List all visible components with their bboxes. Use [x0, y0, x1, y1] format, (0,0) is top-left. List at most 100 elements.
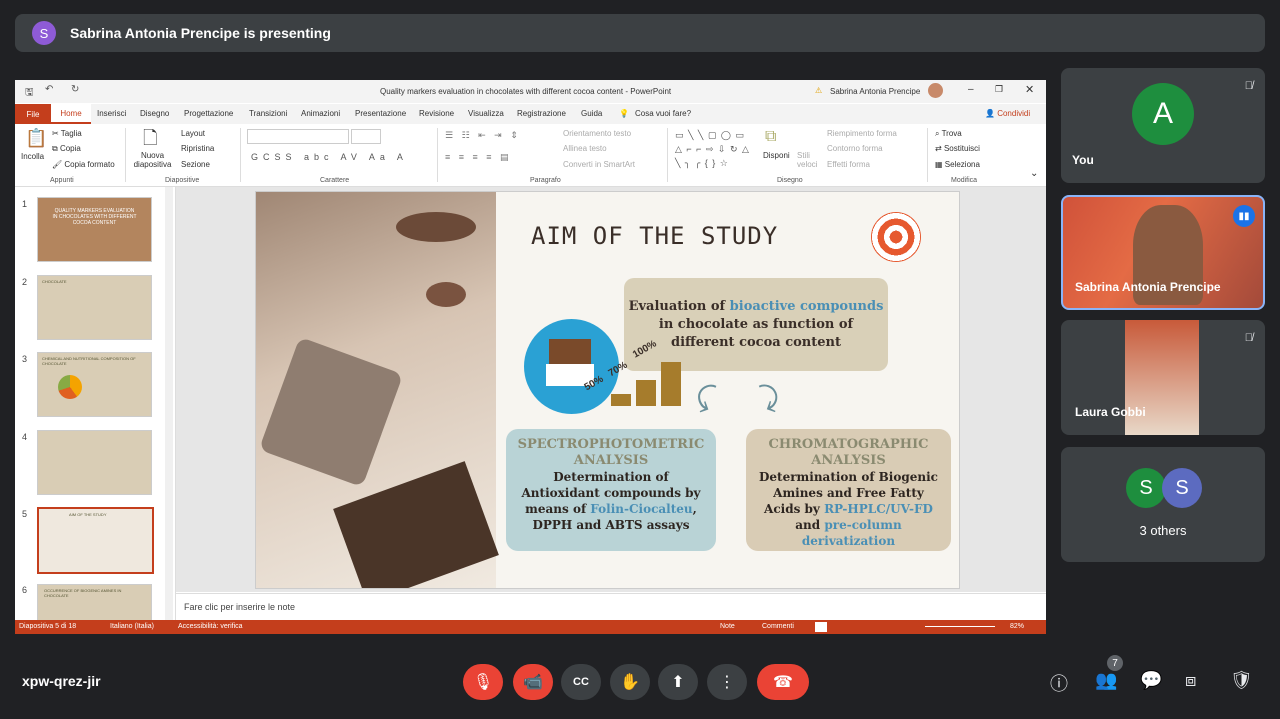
shape-outline-button[interactable]: Contorno forma [827, 144, 883, 153]
list-buttons[interactable]: ☰ ☷ ⇤ ⇥ ⇕ [445, 130, 521, 141]
thumbnail-slide-2[interactable]: CHOCOLATE [37, 275, 152, 340]
info-icon[interactable]: ⓘ [1050, 670, 1068, 696]
lightbulb-icon: 💡 [619, 109, 629, 118]
camera-toggle-button[interactable]: 📹 [513, 664, 553, 700]
mic-toggle-button[interactable]: 🎙 [463, 664, 503, 700]
captions-icon: CC [573, 676, 589, 688]
select-button[interactable]: ▦ Seleziona [935, 160, 980, 169]
tab-view[interactable]: Visualizza [468, 109, 504, 118]
arrange-button[interactable]: Disponi [763, 151, 790, 160]
replace-button[interactable]: ⇄ Sostituisci [935, 144, 980, 153]
people-icon[interactable]: 👥 [1095, 670, 1117, 691]
tab-recording[interactable]: Registrazione [517, 109, 566, 118]
tell-me-search[interactable]: Cosa vuoi fare? [635, 109, 691, 118]
thumbs-scrollbar[interactable] [165, 187, 173, 620]
find-button[interactable]: ⌕ Trova [935, 129, 962, 139]
tile-others[interactable]: S S 3 others [1061, 447, 1265, 562]
main-text-b: bioactive compounds [729, 299, 884, 314]
meeting-controls: xpw-qrez-jir 🎙 📹 CC ✋ ⬆ ⋮ ☎ ⓘ 👥 7 💬 ⧈ 🛡 [0, 650, 1280, 719]
align-buttons[interactable]: ≡ ≡ ≡ ≡ ▤ [445, 152, 512, 163]
present-button[interactable]: ⬆ [658, 664, 698, 700]
maximize-icon[interactable]: ❐ [995, 84, 1003, 95]
chocolate-icon-circle [524, 319, 619, 414]
zoom-slider[interactable] [925, 626, 995, 627]
new-slide-button[interactable]: Nuova diapositiva [130, 151, 175, 169]
shape-effects-button[interactable]: Effetti forma [827, 160, 870, 169]
notes-toggle[interactable]: Note [720, 623, 735, 630]
font-format-buttons[interactable]: GCSS abc AV Aa A [251, 152, 408, 162]
minimize-icon[interactable]: – [968, 84, 974, 95]
present-icon: ⬆ [671, 674, 685, 691]
hand-icon: ✋ [620, 674, 640, 691]
section-button[interactable]: Sezione [181, 160, 210, 169]
notes-placeholder: Fare clic per inserire le note [184, 602, 296, 612]
thumbnail-slide-1[interactable]: QUALITY MARKERS EVALUATION IN CHOCOLATES… [37, 197, 152, 262]
zoom-level[interactable]: 82% [1010, 623, 1024, 630]
cut-button[interactable]: ✂ Taglia [52, 129, 82, 138]
others-count: 3 others [1139, 523, 1187, 538]
paste-icon[interactable]: 📋 [25, 128, 47, 149]
font-family-select[interactable] [247, 129, 349, 144]
tile-laura[interactable]: 🎙̸ Laura Gobbi [1061, 320, 1265, 435]
activities-icon[interactable]: ⧈ [1185, 670, 1196, 691]
copy-button[interactable]: ⧉ Copia [52, 144, 81, 154]
thumbnail-slide-6[interactable]: OCCURRENCE OF BIOGENIC AMINES IN CHOCOLA… [37, 584, 152, 621]
chat-icon[interactable]: 💬 [1140, 670, 1162, 691]
tab-project[interactable]: Progettazione [184, 109, 233, 118]
tab-home[interactable]: Home [51, 104, 91, 124]
raise-hand-button[interactable]: ✋ [610, 664, 650, 700]
more-options-button[interactable]: ⋮ [707, 664, 747, 700]
main-text-c: in chocolate as function of different co… [658, 317, 854, 350]
align-text-button[interactable]: Allinea testo [563, 144, 607, 153]
smartart-button[interactable]: Converti in SmartArt [563, 160, 635, 169]
format-painter-button[interactable]: 🖌 Copia formato [52, 160, 115, 169]
language-status[interactable]: Italiano (Italia) [110, 623, 154, 630]
group-font: Carattere [320, 177, 350, 184]
tab-file[interactable]: File [15, 104, 51, 124]
paste-button[interactable]: Incolla [21, 152, 44, 161]
presenting-text: Sabrina Antonia Prencipe is presenting [70, 25, 331, 41]
arrange-icon[interactable]: ⧉ [765, 128, 776, 146]
thumbnail-slide-3[interactable]: CHEMICAL AND NUTRITIONAL COMPOSITION OF … [37, 352, 152, 417]
shapes-gallery[interactable]: ▭ ╲ ╲ ▢ ◯ ▭ △ ⌐ ⌐ ⇨ ⇩ ↻ △ ╲ ╮ ╭ { } ☆ [675, 128, 753, 170]
notes-pane[interactable]: Fare clic per inserire le note [176, 593, 1046, 621]
comments-toggle[interactable]: Commenti [762, 623, 794, 630]
redo-icon[interactable]: ↻ [71, 84, 79, 95]
participant-name: You [1072, 153, 1094, 167]
captions-button[interactable]: CC [561, 664, 601, 700]
spectro-heading: SPECTROPHOTOMETRIC ANALYSIS [517, 437, 705, 468]
current-slide[interactable]: AIM OF THE STUDY Evaluation of bioactive… [255, 191, 960, 589]
tab-review[interactable]: Revisione [419, 109, 454, 118]
shape-fill-button[interactable]: Riempimento forma [827, 129, 897, 138]
undo-icon[interactable]: ↶ [45, 84, 53, 95]
share-button[interactable]: 👤 Condividi [985, 109, 1030, 118]
tab-insert[interactable]: Inserisci [97, 109, 126, 118]
camera-off-icon: 📹 [523, 674, 543, 691]
text-direction-button[interactable]: Orientamento testo [563, 129, 631, 138]
spectro-text-f: ABTS [605, 518, 643, 532]
quick-styles-button[interactable]: Stili veloci [797, 151, 821, 169]
accessibility-status[interactable]: Accessibilità: verifica [178, 623, 243, 630]
tile-you[interactable]: A 🎙̸ You [1061, 68, 1265, 183]
tab-transitions[interactable]: Transizioni [249, 109, 287, 118]
font-size-select[interactable] [351, 129, 381, 144]
tile-presenter[interactable]: ▮▮ Sabrina Antonia Prencipe [1061, 195, 1265, 310]
select-label: Seleziona [944, 160, 980, 169]
close-icon[interactable]: ✕ [1025, 83, 1034, 96]
thumbnail-slide-5[interactable]: AIM OF THE STUDY [37, 507, 154, 574]
normal-view-icon[interactable] [815, 622, 827, 632]
layout-button[interactable]: Layout [181, 129, 205, 138]
thumb-number: 4 [22, 432, 28, 442]
leave-call-button[interactable]: ☎ [757, 664, 809, 700]
tab-help[interactable]: Guida [581, 109, 602, 118]
thumbnail-slide-4[interactable] [37, 430, 152, 495]
tab-presentation[interactable]: Presentazione [355, 109, 406, 118]
avatar: A [1132, 83, 1194, 145]
host-controls-icon[interactable]: 🛡 [1230, 670, 1253, 691]
reset-button[interactable]: Ripristina [181, 144, 214, 153]
tab-animations[interactable]: Animazioni [301, 109, 340, 118]
more-vert-icon: ⋮ [719, 674, 735, 691]
collapse-ribbon-icon[interactable]: ⌄ [1030, 168, 1038, 179]
tab-design[interactable]: Disegno [140, 109, 169, 118]
save-icon[interactable]: 🖫 [25, 85, 34, 102]
